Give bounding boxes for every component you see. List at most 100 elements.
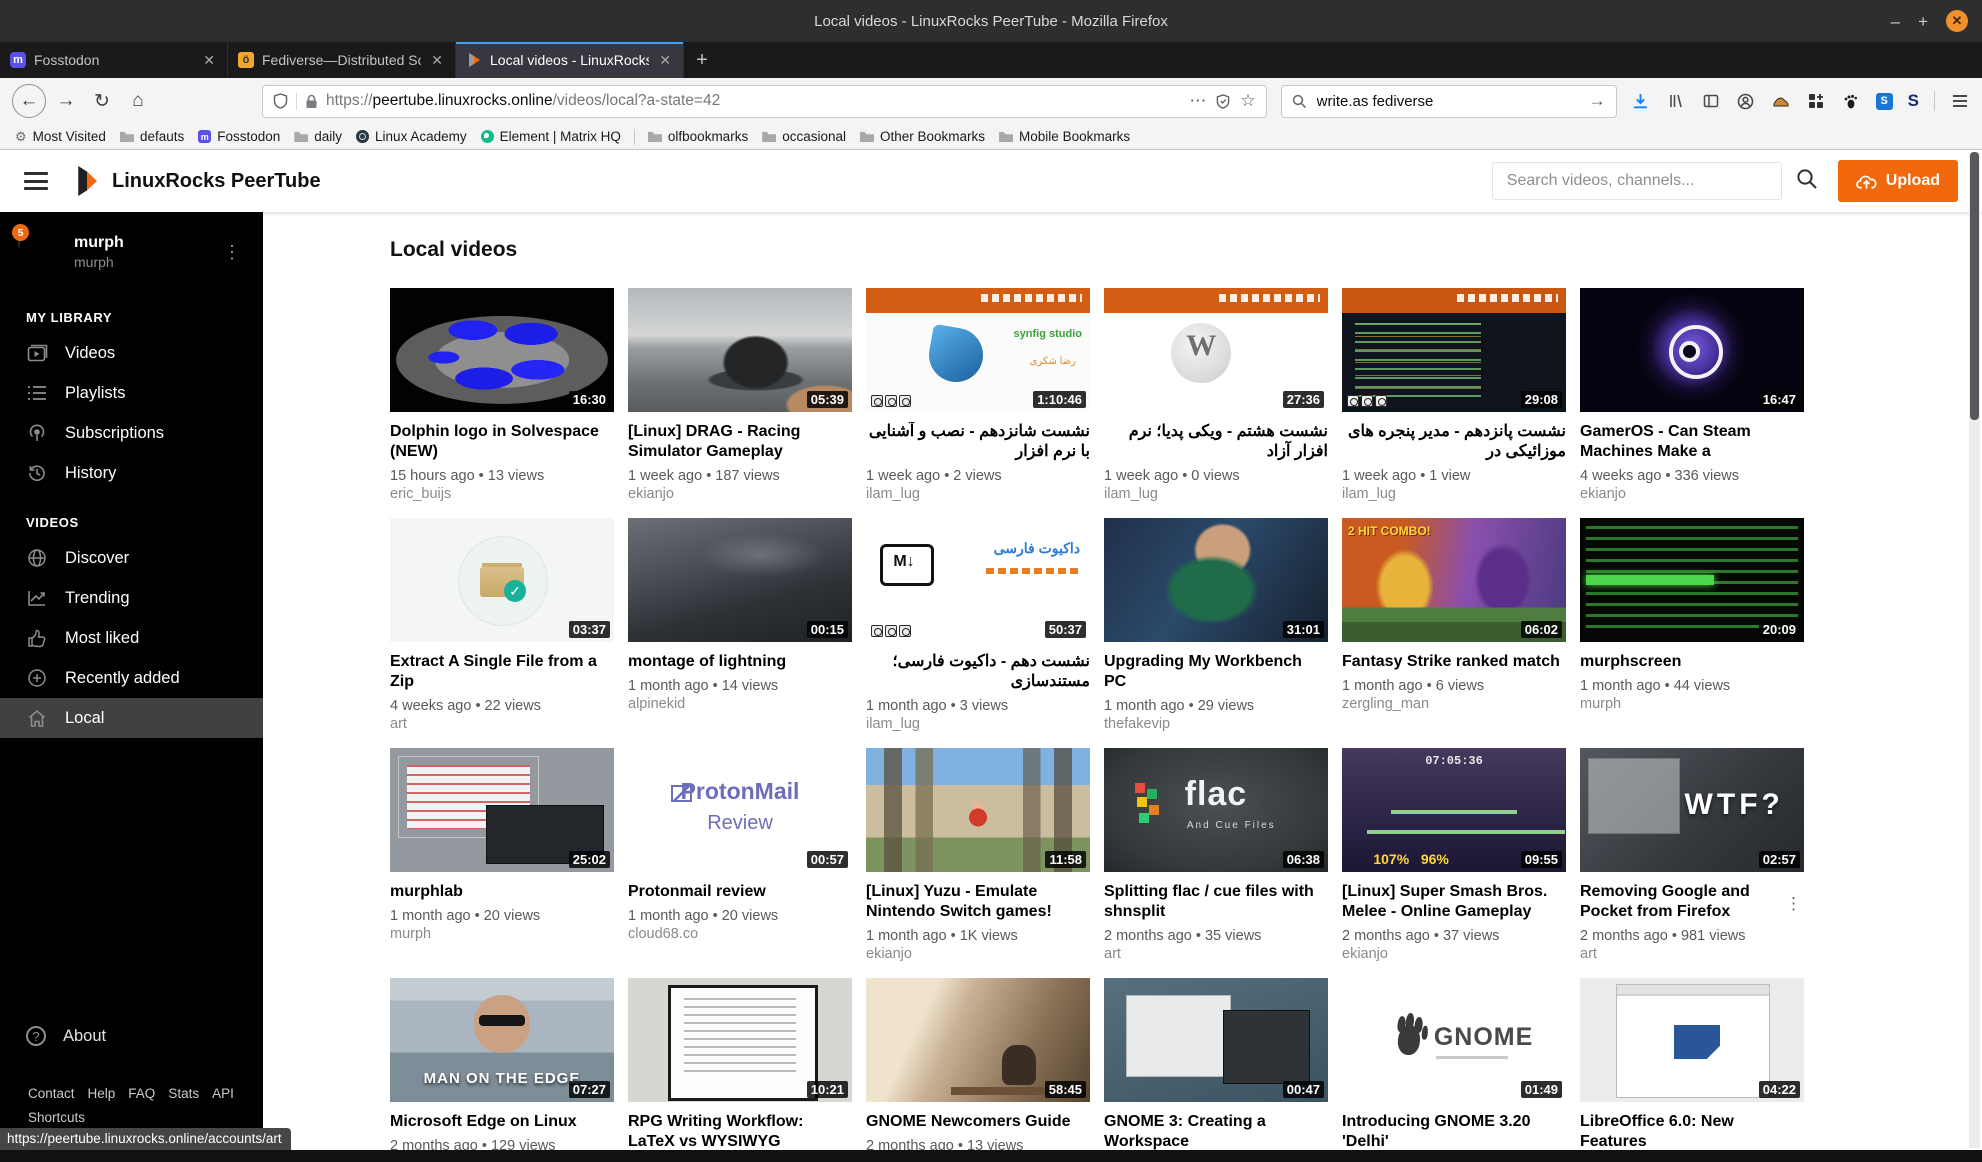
video-thumbnail[interactable]: 20:09 xyxy=(1580,518,1804,642)
video-title[interactable]: Protonmail review xyxy=(628,882,852,902)
shortkeys-icon[interactable]: S xyxy=(1908,91,1919,111)
tab-fediverse[interactable]: ö Fediverse—Distributed Soci ✕ xyxy=(228,42,456,78)
video-thumbnail[interactable]: 16:30 xyxy=(390,288,614,412)
tab-close-icon[interactable]: ✕ xyxy=(429,52,445,69)
video-thumbnail[interactable]: synfig studio رضا شکری 1:10:46 xyxy=(866,288,1090,412)
reload-button[interactable]: ↻ xyxy=(86,85,118,117)
video-title[interactable]: montage of lightning xyxy=(628,652,852,672)
gnome-foot-icon[interactable] xyxy=(1841,91,1861,111)
video-title[interactable]: نشست هشتم - ویکی پدیا؛ نرم افزار آزاد xyxy=(1104,422,1328,462)
menu-toggle-icon[interactable] xyxy=(24,172,48,190)
video-title[interactable]: GamerOS - Can Steam Machines Make a xyxy=(1580,422,1804,462)
video-thumbnail[interactable]: 04:22 xyxy=(1580,978,1804,1102)
bookmark-item[interactable]: occasional xyxy=(755,127,853,146)
brand[interactable]: LinuxRocks PeerTube xyxy=(74,166,321,196)
video-channel[interactable]: ilam_lug xyxy=(1342,486,1566,502)
home-button[interactable]: ⌂ xyxy=(122,85,154,117)
video-title[interactable]: Microsoft Edge on Linux xyxy=(390,1112,614,1132)
shortcuts-link[interactable]: Shortcuts xyxy=(26,1110,263,1125)
close-button[interactable]: ✕ xyxy=(1946,10,1968,32)
video-thumbnail[interactable]: MAN ON THE EDGE 07:27 xyxy=(390,978,614,1102)
video-title[interactable]: GNOME 3: Creating a Workspace xyxy=(1104,1112,1328,1152)
video-channel[interactable]: alpinekid xyxy=(628,696,852,712)
video-thumbnail[interactable]: M↓ داکیوت فارسی 50:37 xyxy=(866,518,1090,642)
simplelogin-icon[interactable]: S xyxy=(1875,92,1893,110)
video-title[interactable]: Upgrading My Workbench PC xyxy=(1104,652,1328,692)
video-thumbnail[interactable]: ✓ 03:37 xyxy=(390,518,614,642)
tab-close-icon[interactable]: ✕ xyxy=(201,52,217,69)
video-title[interactable]: Fantasy Strike ranked match xyxy=(1342,652,1566,672)
video-options-icon[interactable]: ⋮ xyxy=(1785,894,1802,914)
new-tab-button[interactable]: + xyxy=(684,42,720,78)
video-channel[interactable]: art xyxy=(390,716,614,732)
video-thumbnail[interactable]: 29:08 xyxy=(1342,288,1566,412)
video-channel[interactable]: ekianjo xyxy=(1342,946,1566,962)
url-bar[interactable]: https://peertube.linuxrocks.online/video… xyxy=(262,84,1267,118)
video-title[interactable]: RPG Writing Workflow: LaTeX vs WYSIWYG xyxy=(628,1112,852,1152)
video-channel[interactable]: murph xyxy=(390,926,614,942)
video-title[interactable]: Extract A Single File from a Zip xyxy=(390,652,614,692)
video-title[interactable]: نشست پانزدهم - مدیر پنجره های موزائیکی د… xyxy=(1342,422,1566,462)
video-thumbnail[interactable]: 07:05:36 107% 96% 09:55 xyxy=(1342,748,1566,872)
video-channel[interactable]: ekianjo xyxy=(866,946,1090,962)
video-thumbnail[interactable]: flac And Cue Files 06:38 xyxy=(1104,748,1328,872)
sidebar-item-most-liked[interactable]: Most liked xyxy=(0,618,263,658)
video-thumbnail[interactable]: 31:01 xyxy=(1104,518,1328,642)
video-channel[interactable]: thefakevip xyxy=(1104,716,1328,732)
bookmark-item[interactable]: Linux Academy xyxy=(349,127,474,146)
video-thumbnail[interactable]: 58:45 xyxy=(866,978,1090,1102)
video-channel[interactable]: eric_buijs xyxy=(390,486,614,502)
sidebar-item-discover[interactable]: Discover xyxy=(0,538,263,578)
video-title[interactable]: Removing Google and Pocket from Firefox xyxy=(1580,882,1804,922)
sidebar-item-local[interactable]: Local xyxy=(0,698,263,738)
video-channel[interactable]: art xyxy=(1580,946,1804,962)
video-thumbnail[interactable]: 05:39 xyxy=(628,288,852,412)
account-icon[interactable] xyxy=(1736,91,1756,111)
bookmark-item[interactable]: m Fosstodon xyxy=(191,127,287,146)
extensions-puzzle-icon[interactable] xyxy=(1806,91,1826,111)
sidebar-item-history[interactable]: History xyxy=(0,453,263,493)
video-title[interactable]: [Linux] Super Smash Bros. Melee - Online… xyxy=(1342,882,1566,922)
bookmark-item[interactable]: daily xyxy=(287,127,349,146)
bookmark-item[interactable]: Mobile Bookmarks xyxy=(992,127,1137,146)
bookmark-item[interactable]: olfbookmarks xyxy=(641,127,755,146)
save-to-pocket-icon[interactable] xyxy=(1216,93,1230,109)
sidebar-item-about[interactable]: ? About xyxy=(26,1026,263,1046)
bookmark-item[interactable]: defauts xyxy=(113,127,191,146)
footer-link[interactable]: Contact xyxy=(28,1086,75,1101)
upload-button[interactable]: Upload xyxy=(1837,160,1958,202)
sidebar-item-subscriptions[interactable]: Subscriptions xyxy=(0,413,263,453)
bookmark-item[interactable]: Other Bookmarks xyxy=(853,127,992,146)
video-thumbnail[interactable]: W 27:36 xyxy=(1104,288,1328,412)
back-button[interactable]: ← xyxy=(12,84,46,118)
search-go-icon[interactable]: → xyxy=(1589,91,1606,111)
video-channel[interactable]: art xyxy=(1104,946,1328,962)
video-title[interactable]: Introducing GNOME 3.20 'Delhi' xyxy=(1342,1112,1566,1152)
video-channel[interactable]: zergling_man xyxy=(1342,696,1566,712)
bookmark-item[interactable]: Element | Matrix HQ xyxy=(474,127,628,146)
video-channel[interactable]: ekianjo xyxy=(1580,486,1804,502)
video-title[interactable]: [Linux] Yuzu - Emulate Nintendo Switch g… xyxy=(866,882,1090,922)
video-channel[interactable]: ilam_lug xyxy=(1104,486,1328,502)
sidebar-item-playlists[interactable]: Playlists xyxy=(0,373,263,413)
search-input[interactable] xyxy=(1314,91,1581,111)
video-thumbnail[interactable]: 00:15 xyxy=(628,518,852,642)
video-thumbnail[interactable]: ProtonMail Review 00:57 xyxy=(628,748,852,872)
bookmark-item[interactable]: ⚙ Most Visited xyxy=(8,127,113,146)
library-icon[interactable] xyxy=(1666,91,1686,111)
footer-link[interactable]: FAQ xyxy=(128,1086,155,1101)
search-bar[interactable]: → xyxy=(1280,84,1617,118)
video-title[interactable]: نشست شانزدهم - نصب و آشنایی با نرم افزار xyxy=(866,422,1090,462)
downloads-icon[interactable] xyxy=(1631,91,1651,111)
video-thumbnail[interactable]: GNOME 01:49 xyxy=(1342,978,1566,1102)
video-channel[interactable]: ilam_lug xyxy=(866,486,1090,502)
user-menu-icon[interactable]: ⋮ xyxy=(219,238,245,267)
minimize-button[interactable]: – xyxy=(1891,13,1900,30)
peertube-search-icon[interactable] xyxy=(1796,168,1818,195)
video-thumbnail[interactable]: 25:02 xyxy=(390,748,614,872)
tab-close-icon[interactable]: ✕ xyxy=(657,52,673,69)
video-channel[interactable]: ekianjo xyxy=(628,486,852,502)
sidebars-icon[interactable] xyxy=(1701,91,1721,111)
video-thumbnail[interactable]: 00:47 xyxy=(1104,978,1328,1102)
maximize-button[interactable]: + xyxy=(1918,13,1928,30)
